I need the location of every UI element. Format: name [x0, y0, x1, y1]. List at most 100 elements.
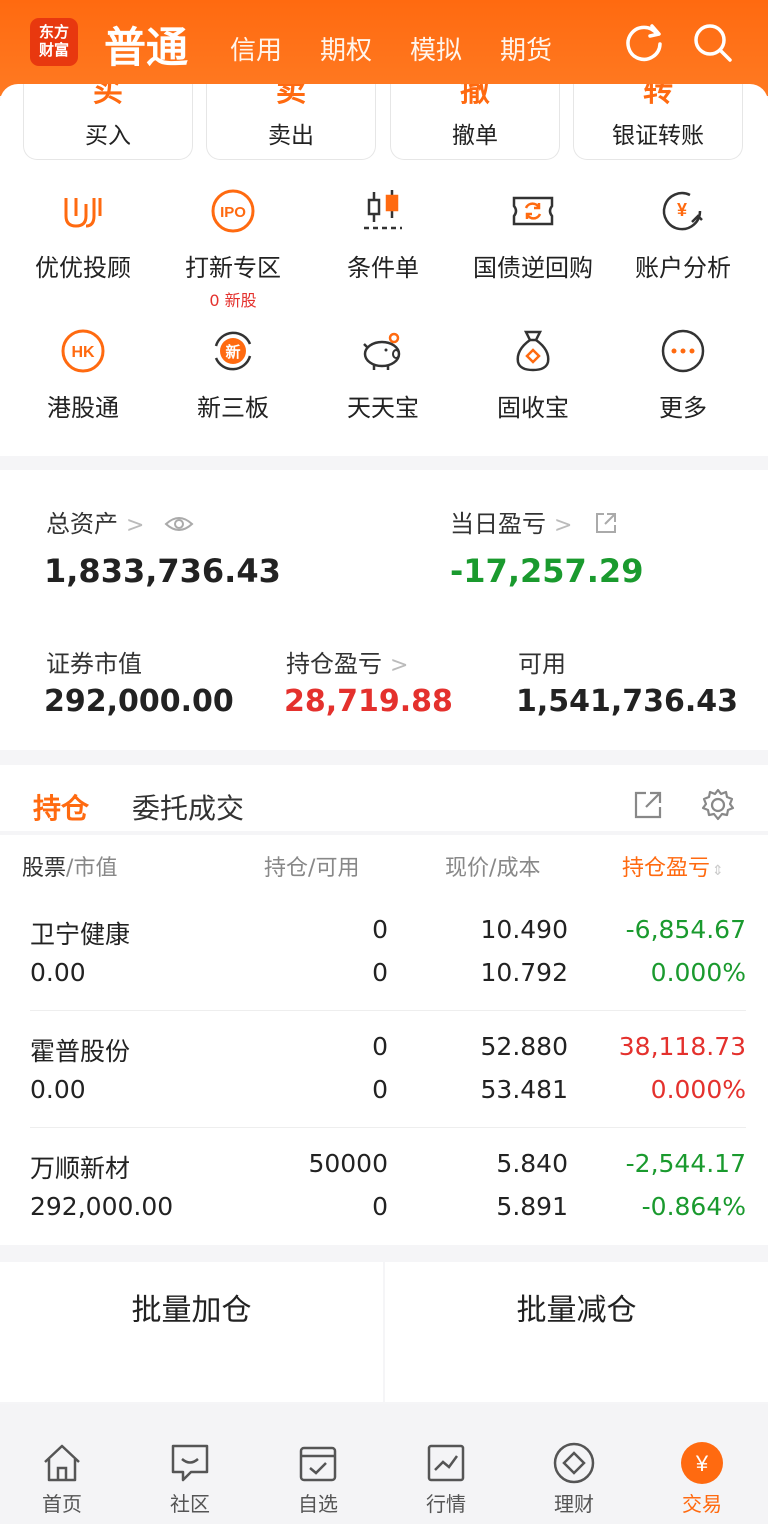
daily-pl-value: -17,257.29: [450, 552, 644, 590]
stock-holding: 50000: [308, 1149, 388, 1178]
buy-glyph: 买: [93, 84, 123, 109]
col-stock-label: 股票: [22, 856, 67, 881]
daily-pl-header[interactable]: 当日盈亏 >: [450, 504, 618, 539]
stock-pl-percent: 0.000%: [650, 1075, 746, 1104]
settings-icon[interactable]: [700, 787, 736, 823]
feature-account-analysis[interactable]: ¥ 账户分析: [608, 186, 758, 283]
stock-cost: 10.792: [480, 958, 568, 987]
trade-icon: ¥: [681, 1442, 723, 1484]
nav-community[interactable]: 社区: [140, 1440, 240, 1517]
ipo-icon: IPO: [211, 189, 255, 233]
tab-simulated[interactable]: 模拟: [410, 30, 462, 67]
nav-home-label: 首页: [42, 1492, 82, 1516]
total-assets-header[interactable]: 总资产 >: [46, 504, 194, 539]
market-value-label: 证券市值: [46, 650, 142, 678]
stock-cost: 53.481: [480, 1075, 568, 1104]
search-icon[interactable]: [690, 20, 734, 64]
tab-credit[interactable]: 信用: [230, 30, 282, 67]
tab-normal[interactable]: 普通: [104, 14, 188, 75]
cancel-label: 撤单: [452, 123, 498, 149]
nav-watchlist[interactable]: 自选: [268, 1440, 368, 1517]
refresh-icon[interactable]: [622, 20, 666, 64]
feature-new-third-board[interactable]: 新 新三板: [158, 326, 308, 423]
sell-button[interactable]: 卖 卖出: [206, 84, 376, 160]
feature-advisor[interactable]: 优优投顾: [8, 186, 158, 283]
stock-cost: 5.891: [496, 1192, 568, 1221]
logo-line-2: 财富: [38, 41, 69, 59]
sort-icon: ⇕: [712, 863, 724, 879]
batch-add-button[interactable]: 批量加仓: [0, 1262, 383, 1402]
available-value: 1,541,736.43: [516, 684, 739, 719]
cancel-order-button[interactable]: 撤 撤单: [390, 84, 560, 160]
batch-reduce-button[interactable]: 批量减仓: [385, 1262, 768, 1402]
stock-price: 5.840: [496, 1149, 568, 1178]
watchlist-icon: [299, 1446, 337, 1482]
stock-market-value: 0.00: [30, 1075, 86, 1104]
home-icon: [44, 1444, 80, 1482]
feature-tiantianbao-label: 天天宝: [347, 394, 419, 422]
nav-trade[interactable]: ¥ 交易: [652, 1440, 752, 1517]
feature-analysis-label: 账户分析: [635, 254, 731, 282]
stock-pl: -6,854.67: [625, 915, 746, 944]
feature-more[interactable]: 更多: [608, 326, 758, 423]
feature-hk-connect[interactable]: HK 港股通: [8, 326, 158, 423]
buy-button[interactable]: 买 买入: [23, 84, 193, 160]
col-holding-header: 持仓/可用: [264, 856, 360, 881]
holding-pl-header[interactable]: 持仓盈亏 >: [286, 644, 408, 679]
row-divider: [30, 1010, 746, 1011]
bank-transfer-button[interactable]: 转 银证转账: [573, 84, 743, 160]
feature-fixed-income[interactable]: 固收宝: [458, 326, 608, 423]
feature-reverse-repo[interactable]: 国债逆回购: [458, 186, 608, 283]
tab-positions[interactable]: 持仓: [33, 787, 89, 827]
stock-name[interactable]: 霍普股份: [30, 1032, 130, 1068]
divider: [0, 831, 768, 835]
stock-price: 10.490: [480, 915, 568, 944]
candlestick-icon: [364, 190, 402, 230]
stock-available: 0: [372, 1075, 388, 1104]
feature-ipo-label: 打新专区: [185, 254, 281, 282]
chevron-right-icon: >: [390, 653, 409, 678]
col-stock-header: 股票/市值: [22, 856, 118, 881]
tab-options[interactable]: 期权: [320, 30, 372, 67]
holding-pl-label: 持仓盈亏: [286, 650, 382, 678]
feature-conditional-order[interactable]: 条件单: [308, 186, 458, 283]
stock-pl: 38,118.73: [618, 1032, 746, 1061]
stock-name[interactable]: 万顺新材: [30, 1149, 130, 1185]
logo-line-1: 东方: [38, 23, 69, 41]
share-icon[interactable]: [594, 511, 618, 535]
stock-name[interactable]: 卫宁健康: [30, 915, 130, 951]
piggy-bank-icon: [363, 332, 401, 370]
svg-text:¥: ¥: [695, 1451, 709, 1476]
col-hold-label: 持仓: [264, 856, 309, 881]
hk-icon: HK: [61, 329, 105, 373]
col-pl-label: 持仓盈亏: [622, 856, 711, 881]
feature-hk-label: 港股通: [47, 394, 119, 422]
stock-holding: 0: [372, 915, 388, 944]
feature-repo-label: 国债逆回购: [473, 254, 593, 282]
col-price-label: 现价: [445, 856, 490, 881]
nav-home[interactable]: 首页: [12, 1440, 112, 1517]
feature-conditional-label: 条件单: [347, 254, 419, 282]
stock-holding: 0: [372, 1032, 388, 1061]
nav-community-label: 社区: [170, 1492, 210, 1516]
bottom-nav: 首页 社区 自选 行情 理财 ¥ 交易: [0, 1404, 768, 1524]
export-icon[interactable]: [632, 789, 664, 821]
asset-summary-panel: 总资产 > 1,833,736.43 当日盈亏 > -17,257.29 证券市值 …: [0, 470, 768, 750]
tab-orders[interactable]: 委托成交: [132, 787, 244, 827]
nav-market[interactable]: 行情: [396, 1440, 496, 1517]
col-avail-label: 可用: [315, 856, 360, 881]
app-logo[interactable]: 东方 财富: [30, 18, 78, 66]
chevron-right-icon: >: [126, 513, 145, 538]
tab-futures[interactable]: 期货: [500, 30, 552, 67]
feature-tiantianbao[interactable]: 天天宝: [308, 326, 458, 423]
eye-icon[interactable]: [164, 514, 194, 534]
stock-available: 0: [372, 1192, 388, 1221]
svg-text:HK: HK: [71, 344, 95, 361]
community-icon: [171, 1444, 209, 1482]
money-bag-icon: [516, 330, 550, 372]
col-pl-header[interactable]: 持仓盈亏 ⇕: [622, 850, 724, 882]
nav-wealth[interactable]: 理财: [524, 1440, 624, 1517]
feature-ipo[interactable]: IPO 打新专区 0 新股: [158, 186, 308, 311]
nav-trade-label: 交易: [682, 1492, 722, 1516]
buy-label: 买入: [85, 123, 131, 149]
